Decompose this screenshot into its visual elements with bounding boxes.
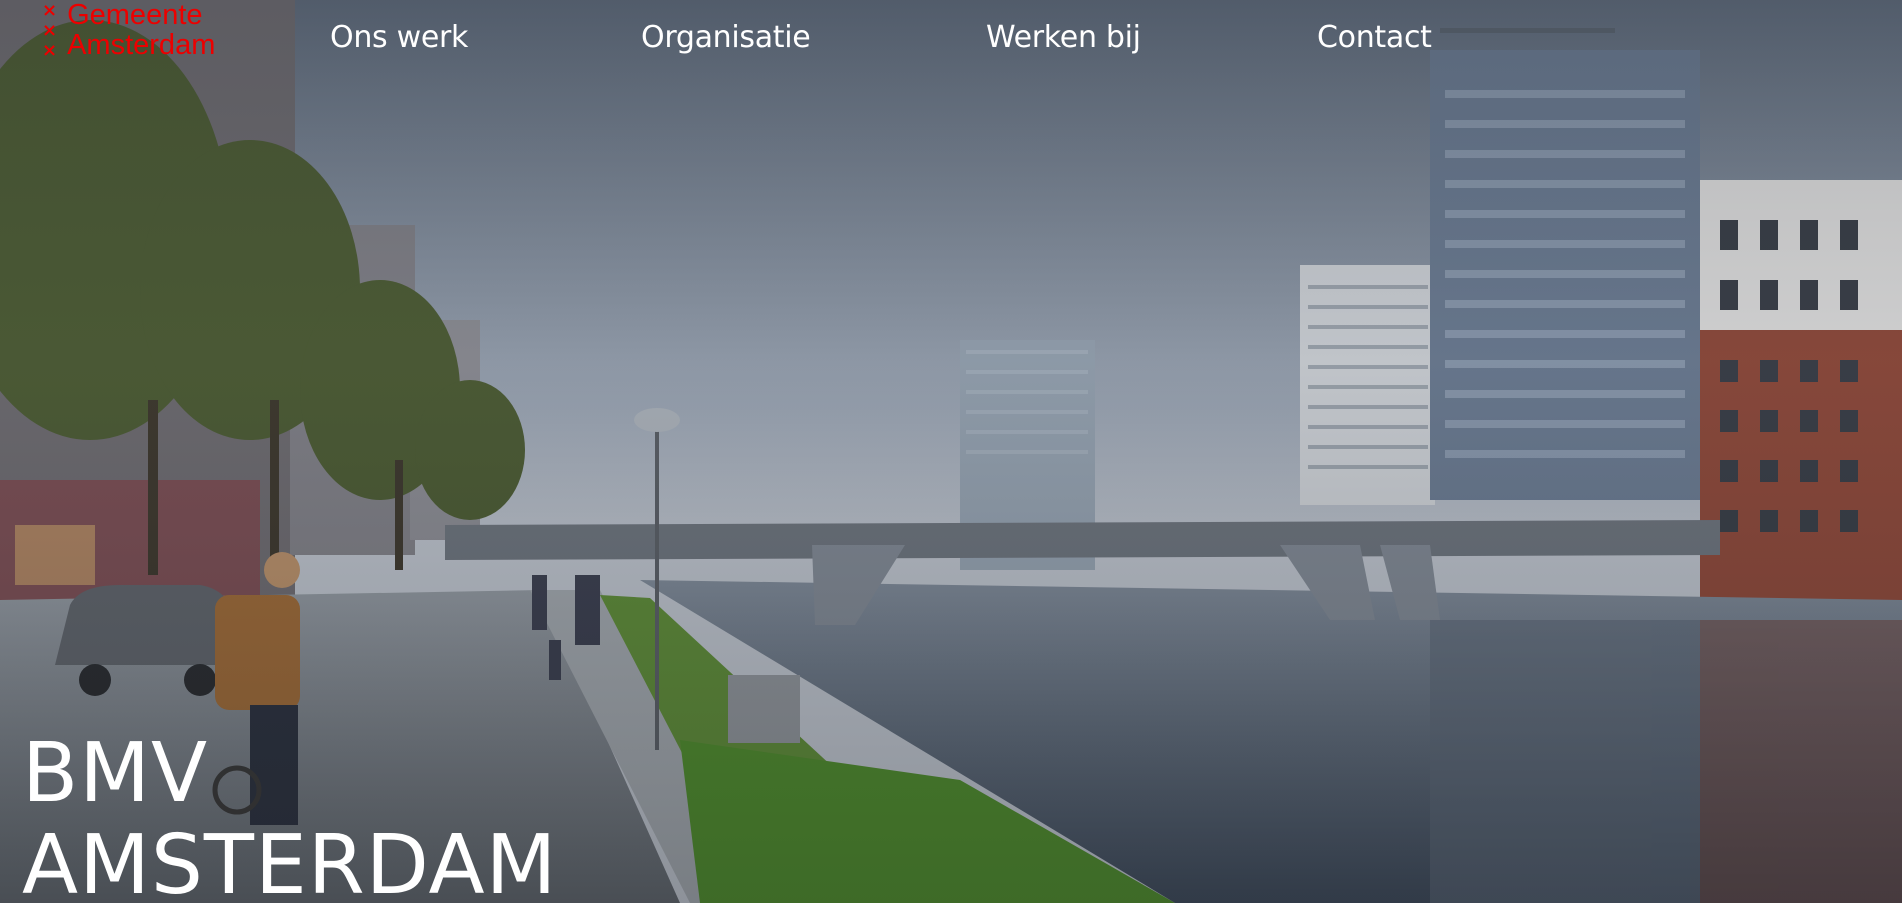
page-title: BMV AMSTERDAM bbox=[22, 728, 557, 903]
cross-icon: × bbox=[42, 20, 58, 41]
page-title-line-1: BMV bbox=[22, 726, 209, 821]
logo-line-2: Amsterdam bbox=[67, 29, 216, 61]
nav-item-organisatie[interactable]: Organisatie bbox=[641, 20, 811, 55]
nav-item-contact[interactable]: Contact bbox=[1317, 20, 1432, 55]
nav-item-ons-werk[interactable]: Ons werk bbox=[330, 20, 468, 55]
cross-icon: × bbox=[42, 0, 58, 21]
logo-line-1: Gemeente bbox=[67, 0, 203, 31]
amsterdam-crosses-icon: × × × bbox=[42, 1, 57, 61]
hero-section: × × × Gemeente Amsterdam Ons werk Organi… bbox=[0, 0, 1902, 903]
cross-icon: × bbox=[42, 40, 58, 61]
gemeente-amsterdam-logo[interactable]: × × × Gemeente Amsterdam bbox=[42, 0, 215, 61]
nav-item-werken-bij[interactable]: Werken bij bbox=[986, 20, 1141, 55]
page-title-line-2: AMSTERDAM bbox=[22, 818, 558, 903]
logo-wordmark: Gemeente Amsterdam bbox=[67, 0, 215, 60]
